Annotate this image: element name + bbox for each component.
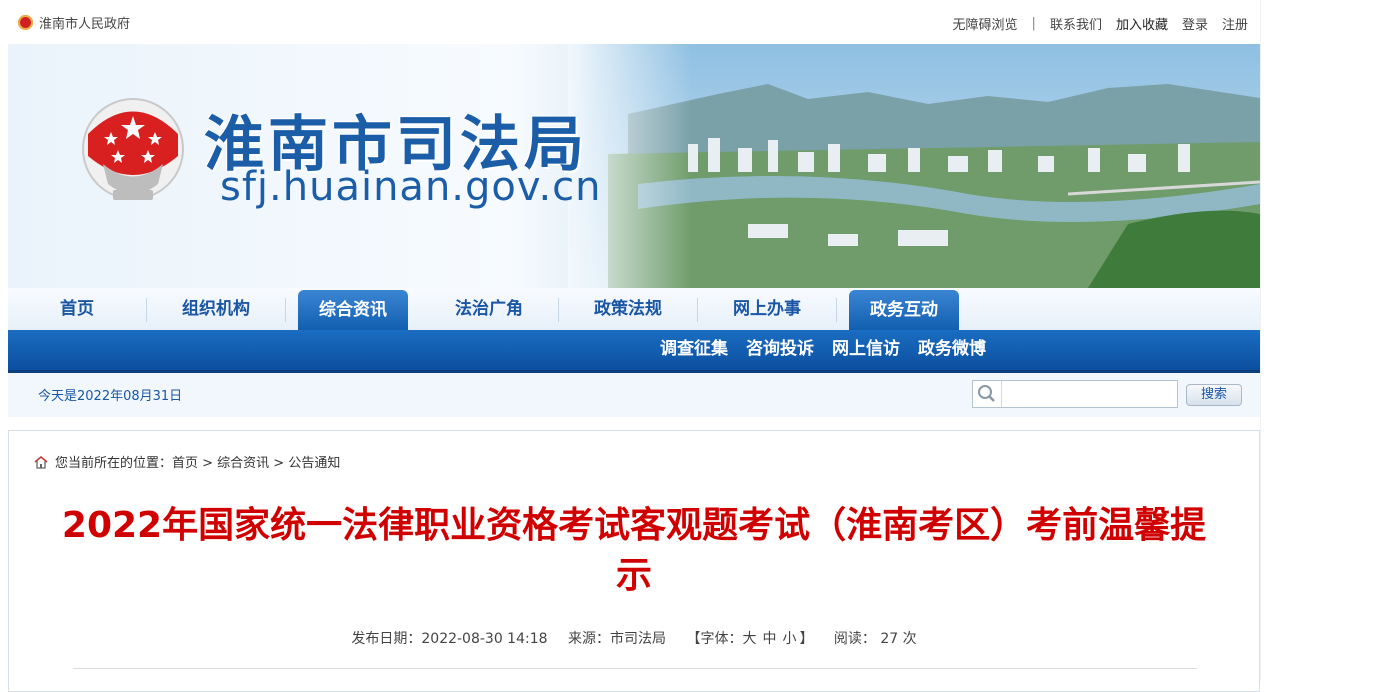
article-source: 来源：市司法局 (568, 631, 666, 647)
main-nav: 首页 组织机构 综合资讯 法治广角 政策法规 网上办事 政务互动 (8, 288, 1260, 331)
search-input[interactable] (1002, 381, 1178, 407)
font-size-label: 【字体： (686, 631, 743, 647)
read-count: 阅读： 27 次 (833, 631, 917, 647)
subnav-petition[interactable]: 网上信访 (832, 330, 900, 368)
register-link[interactable]: 注册 (1222, 14, 1248, 33)
search-icon (973, 381, 1002, 407)
nav-tab-policies[interactable]: 政策法规 (559, 288, 698, 330)
site-banner: 淮南市司法局 sfj.huainan.gov.cn (8, 44, 1260, 288)
top-links: 无障碍浏览 | 联系我们 加入收藏 登录 注册 (953, 14, 1248, 33)
today-date: 今天是2022年08月31日 (38, 389, 183, 404)
gov-portal-link[interactable]: 淮南市人民政府 (18, 13, 130, 32)
gov-portal-label: 淮南市人民政府 (39, 17, 131, 32)
login-link[interactable]: 登录 (1182, 14, 1208, 33)
article-meta: 发布日期：2022-08-30 14:18 来源：市司法局 【字体：大中小】 阅… (9, 628, 1259, 648)
subnav-consult[interactable]: 咨询投诉 (746, 330, 814, 368)
justice-emblem-icon (82, 98, 184, 200)
nav-tab-home[interactable]: 首页 (8, 288, 147, 330)
sub-nav: 调查征集 咨询投诉 网上信访 政务微博 (8, 330, 1260, 373)
publish-date: 发布日期：2022-08-30 14:18 (351, 631, 548, 647)
national-emblem-icon (18, 15, 33, 30)
nav-tab-rule-of-law[interactable]: 法治广角 (420, 288, 559, 330)
contact-us-link[interactable]: 联系我们 (1050, 14, 1102, 33)
breadcrumb: 您当前所在的位置：首页 > 综合资讯 > 公告通知 (33, 452, 340, 471)
search-box (972, 380, 1178, 408)
font-medium-button[interactable]: 中 (762, 631, 776, 647)
subnav-survey[interactable]: 调查征集 (660, 330, 728, 368)
page: 淮南市人民政府 无障碍浏览 | 联系我们 加入收藏 登录 注册 淮南市司法局 s… (8, 0, 1260, 692)
top-bar: 淮南市人民政府 无障碍浏览 | 联系我们 加入收藏 登录 注册 (8, 0, 1260, 44)
search-button[interactable]: 搜索 (1186, 384, 1242, 406)
divider: | (1031, 16, 1036, 31)
add-favorite-link[interactable]: 加入收藏 (1116, 14, 1168, 33)
article-title: 2022年国家统一法律职业资格考试客观题考试（淮南考区）考前温馨提示 (61, 505, 1207, 596)
nav-tab-organization[interactable]: 组织机构 (147, 288, 286, 330)
nav-tab-online-services[interactable]: 网上办事 (698, 288, 837, 330)
divider (1260, 0, 1261, 681)
nav-tab-news[interactable]: 综合资讯 (298, 290, 408, 330)
accessibility-link[interactable]: 无障碍浏览 (953, 14, 1018, 33)
font-small-button[interactable]: 小 (782, 631, 796, 647)
subnav-weibo[interactable]: 政务微博 (918, 330, 986, 368)
city-landscape-image (568, 44, 1260, 288)
site-domain: sfj.huainan.gov.cn (220, 164, 602, 210)
font-large-button[interactable]: 大 (742, 631, 756, 647)
date-search-bar: 今天是2022年08月31日 搜索 (8, 373, 1260, 417)
article-panel: 您当前所在的位置：首页 > 综合资讯 > 公告通知 2022年国家统一法律职业资… (8, 430, 1260, 692)
font-size-control: 【字体：大中小】 (686, 631, 813, 647)
breadcrumb-text: 您当前所在的位置：首页 > 综合资讯 > 公告通知 (55, 456, 341, 471)
home-icon (33, 455, 49, 469)
nav-tab-interaction[interactable]: 政务互动 (849, 290, 959, 330)
font-size-label-close: 】 (799, 631, 814, 647)
divider (73, 668, 1197, 669)
